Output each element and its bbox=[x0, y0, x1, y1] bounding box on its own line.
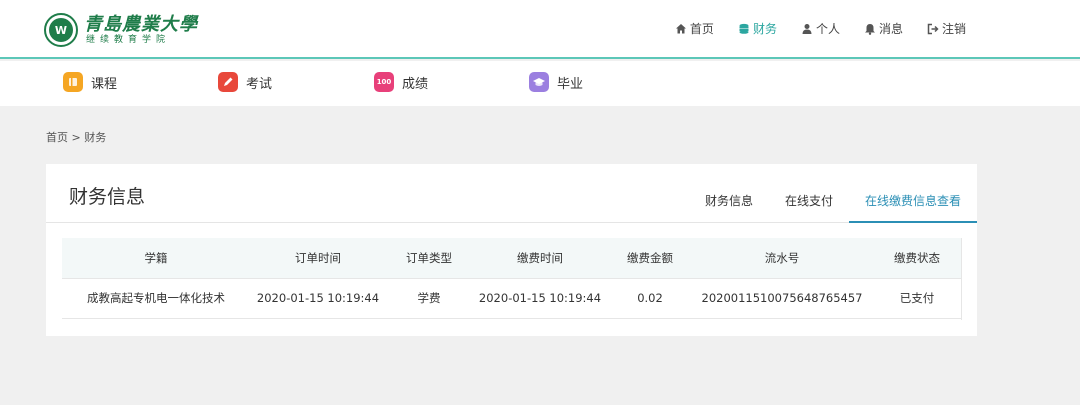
finance-tabs: 财务信息 在线支付 在线缴费信息查看 bbox=[689, 192, 978, 223]
column-header: 缴费状态 bbox=[872, 238, 962, 279]
exam-icon bbox=[218, 72, 238, 92]
column-header: 流水号 bbox=[692, 238, 872, 279]
column-header: 缴费金额 bbox=[608, 238, 692, 279]
breadcrumb-separator: > bbox=[71, 131, 81, 144]
module-graduation-label: 毕业 bbox=[557, 76, 584, 92]
nav-logout-label: 注销 bbox=[941, 22, 966, 36]
column-header: 学籍 bbox=[62, 238, 250, 279]
table-cell: 已支付 bbox=[872, 278, 962, 319]
breadcrumb-home[interactable]: 首页 bbox=[46, 131, 68, 144]
breadcrumb-current: 财务 bbox=[84, 131, 107, 144]
nav-logout[interactable]: 注销 bbox=[927, 20, 966, 37]
nav-messages[interactable]: 消息 bbox=[864, 20, 903, 37]
course-icon bbox=[63, 72, 83, 92]
table-header-row: 学籍 订单时间 订单类型 缴费时间 缴费金额 流水号 缴费状态 bbox=[62, 238, 962, 279]
module-score[interactable]: 100 成绩 bbox=[374, 72, 428, 92]
home-icon bbox=[675, 23, 687, 35]
score-icon-badge: 100 bbox=[376, 78, 392, 86]
panel-title: 财务信息 bbox=[69, 186, 146, 208]
module-course[interactable]: 课程 bbox=[63, 72, 117, 92]
university-logo[interactable]: W 青島農業大學 继续教育学院 bbox=[44, 13, 198, 47]
table-cell: 2020011510075648765457 bbox=[692, 278, 872, 319]
tab-finance-info[interactable]: 财务信息 bbox=[689, 192, 769, 223]
column-header: 缴费时间 bbox=[472, 238, 608, 279]
payment-table: 学籍 订单时间 订单类型 缴费时间 缴费金额 流水号 缴费状态 成教高起专机电一… bbox=[62, 238, 962, 319]
tab-payment-records[interactable]: 在线缴费信息查看 bbox=[848, 192, 978, 223]
module-exam-label: 考试 bbox=[246, 76, 273, 92]
breadcrumb: 首页 > 财务 bbox=[46, 129, 106, 145]
top-nav: 首页 财务 个人 消息 注销 bbox=[651, 20, 966, 37]
logo-title: 青島農業大學 bbox=[84, 13, 198, 35]
nav-home[interactable]: 首页 bbox=[675, 20, 714, 37]
nav-finance[interactable]: 财务 bbox=[738, 20, 777, 37]
table-cell: 0.02 bbox=[608, 278, 692, 319]
table-cell: 2020-01-15 10:19:44 bbox=[250, 278, 386, 319]
module-graduation[interactable]: 毕业 bbox=[529, 72, 583, 92]
nav-home-label: 首页 bbox=[689, 22, 714, 36]
logo-subtitle: 继续教育学院 bbox=[86, 34, 171, 45]
table-cell: 成教高起专机电一体化技术 bbox=[62, 278, 250, 319]
user-icon bbox=[801, 23, 813, 35]
nav-messages-label: 消息 bbox=[878, 22, 903, 36]
module-nav: 课程 考试 100 成绩 毕业 bbox=[0, 61, 1080, 106]
module-exam[interactable]: 考试 bbox=[218, 72, 272, 92]
module-course-label: 课程 bbox=[91, 76, 118, 92]
nav-profile-label: 个人 bbox=[815, 22, 840, 36]
score-icon: 100 bbox=[374, 72, 394, 92]
module-score-label: 成绩 bbox=[402, 76, 429, 92]
nav-finance-label: 财务 bbox=[752, 22, 777, 36]
table-row: 成教高起专机电一体化技术 2020-01-15 10:19:44 学费 2020… bbox=[62, 278, 962, 319]
bell-icon bbox=[864, 23, 876, 35]
column-header: 订单类型 bbox=[386, 238, 472, 279]
university-emblem-icon: W bbox=[44, 13, 78, 47]
column-header: 订单时间 bbox=[250, 238, 386, 279]
nav-profile[interactable]: 个人 bbox=[801, 20, 840, 37]
table-cell: 2020-01-15 10:19:44 bbox=[472, 278, 608, 319]
logout-icon bbox=[927, 23, 939, 35]
table-cell: 学费 bbox=[386, 278, 472, 319]
tab-online-payment[interactable]: 在线支付 bbox=[769, 192, 849, 223]
top-header: W 青島農業大學 继续教育学院 首页 财务 个人 消息 注销 bbox=[0, 0, 1080, 59]
database-icon bbox=[738, 23, 750, 35]
finance-panel: 财务信息 财务信息 在线支付 在线缴费信息查看 学籍 订单时间 订单类型 缴费时… bbox=[46, 164, 978, 336]
graduation-icon bbox=[529, 72, 549, 92]
